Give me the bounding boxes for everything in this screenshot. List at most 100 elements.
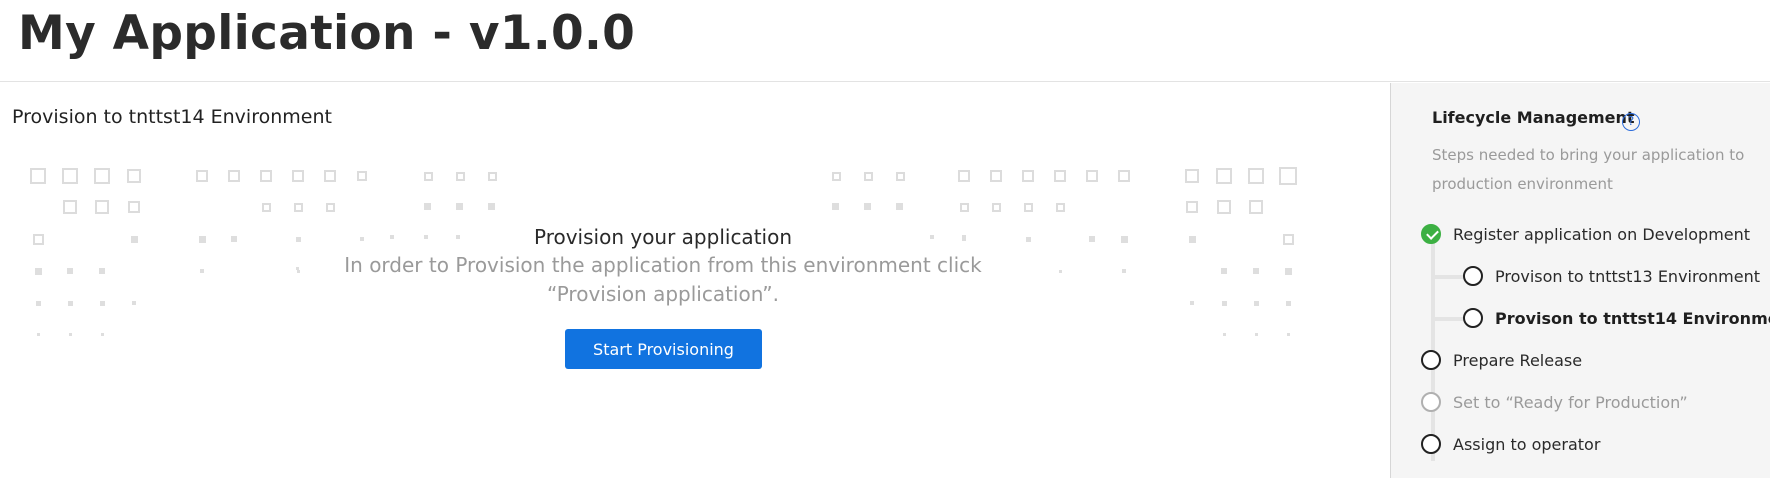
pattern-square — [1086, 170, 1098, 182]
step-register-development[interactable]: Register application on Development — [1421, 221, 1750, 247]
pattern-square — [1118, 170, 1130, 182]
pattern-dot — [67, 268, 73, 274]
pattern-square — [1185, 169, 1199, 183]
step-label: Assign to operator — [1453, 434, 1601, 454]
empty-state-description-line1: In order to Provision the application fr… — [344, 253, 982, 277]
pattern-dot — [99, 268, 105, 274]
step-ready-for-production[interactable]: Set to “Ready for Production” — [1421, 389, 1688, 415]
pattern-square — [991, 202, 1001, 212]
pattern-square — [1023, 202, 1033, 212]
pattern-dot — [1253, 300, 1259, 306]
pattern-square — [32, 233, 44, 245]
step-circle-icon — [1421, 434, 1441, 454]
pattern-dot — [1254, 332, 1258, 336]
step-label: Prepare Release — [1453, 350, 1583, 370]
pattern-square — [1054, 170, 1066, 182]
step-assign-operator[interactable]: Assign to operator — [1421, 431, 1600, 457]
step-provision-tnttst13[interactable]: Provison to tnttst13 Environment — [1463, 263, 1760, 289]
pattern-square — [292, 170, 304, 182]
empty-state-title: Provision your application — [533, 225, 793, 249]
sidebar-title: Lifecycle Management — [1432, 108, 1635, 127]
pattern-dot — [1188, 235, 1196, 243]
empty-state: Provision your application In order to P… — [300, 223, 1026, 309]
pattern-square — [1216, 168, 1232, 184]
pattern-square — [325, 202, 335, 212]
pattern-dot — [1221, 268, 1227, 274]
pattern-square — [1055, 202, 1065, 212]
empty-state-description-line2: “Provision application”. — [546, 282, 780, 306]
pattern-dot — [68, 332, 72, 336]
step-prepare-release[interactable]: Prepare Release — [1421, 347, 1582, 373]
steps-rail — [1431, 231, 1435, 461]
pattern-square — [424, 172, 433, 181]
pattern-square — [1186, 201, 1198, 213]
pattern-square — [1249, 200, 1263, 214]
step-label: Register application on Development — [1453, 224, 1751, 244]
pattern-dot — [1058, 269, 1062, 273]
step-circle-icon — [1463, 266, 1483, 286]
main-panel: Provision to tnttst14 Environment Provis… — [0, 83, 1390, 478]
page-title: Provision to tnttst14 Environment — [12, 106, 332, 128]
pattern-dot — [296, 267, 299, 270]
pattern-square — [63, 200, 77, 214]
pattern-dot — [864, 203, 871, 210]
app-title: My Application - v1.0.0 — [18, 6, 636, 61]
pattern-dot — [1122, 269, 1126, 273]
sidebar-description: Steps needed to bring your application t… — [1432, 146, 1745, 193]
pattern-dot — [488, 203, 495, 210]
pattern-dot — [1222, 332, 1226, 336]
app-header: My Application - v1.0.0 — [0, 0, 1770, 82]
pattern-square — [94, 168, 110, 184]
pattern-square — [1022, 170, 1034, 182]
pattern-square — [488, 172, 497, 181]
pattern-dot — [1025, 236, 1031, 242]
pattern-square — [324, 170, 336, 182]
pattern-square — [95, 200, 109, 214]
pattern-square — [228, 170, 240, 182]
pattern-square — [958, 170, 970, 182]
pattern-dot — [132, 301, 136, 305]
pattern-square — [896, 172, 905, 181]
help-circle-icon[interactable]: ? — [1622, 113, 1640, 131]
step-label: Set to “Ready for Production” — [1453, 392, 1688, 412]
pattern-square — [62, 168, 78, 184]
pattern-square — [959, 202, 969, 212]
pattern-dot — [1285, 300, 1291, 306]
pattern-dot — [100, 332, 104, 336]
pattern-dot — [231, 236, 237, 242]
pattern-dot — [456, 203, 463, 210]
pattern-dot — [1253, 268, 1259, 274]
pattern-dot — [896, 203, 903, 210]
pattern-dot — [1284, 267, 1292, 275]
step-circle-icon — [1421, 392, 1441, 412]
pattern-dot — [67, 300, 73, 306]
pattern-square — [357, 171, 367, 181]
pattern-square — [128, 201, 140, 213]
pattern-square — [260, 170, 272, 182]
pattern-square — [1279, 167, 1297, 185]
pattern-square — [30, 168, 46, 184]
pattern-square — [990, 170, 1002, 182]
step-circle-icon — [1421, 350, 1441, 370]
step-circle-icon — [1463, 308, 1483, 328]
step-provision-tnttst14[interactable]: Provison to tnttst14 Environment — [1463, 305, 1770, 331]
check-circle-icon — [1421, 224, 1441, 244]
pattern-dot — [1221, 300, 1227, 306]
pattern-dot — [130, 235, 138, 243]
pattern-square — [1282, 233, 1294, 245]
pattern-square — [261, 202, 271, 212]
pattern-dot — [34, 267, 42, 275]
lifecycle-sidebar: Lifecycle Management ? Steps needed to b… — [1390, 83, 1770, 478]
pattern-dot — [1120, 235, 1128, 243]
pattern-dot — [200, 269, 204, 273]
pattern-dot — [424, 203, 431, 210]
pattern-dot — [35, 300, 41, 306]
pattern-square — [196, 170, 208, 182]
pattern-square — [864, 172, 873, 181]
pattern-dot — [36, 332, 40, 336]
pattern-square — [1217, 200, 1231, 214]
pattern-dot — [99, 300, 105, 306]
start-provisioning-button[interactable]: Start Provisioning — [565, 329, 762, 369]
pattern-square — [456, 172, 465, 181]
pattern-square — [1248, 168, 1264, 184]
